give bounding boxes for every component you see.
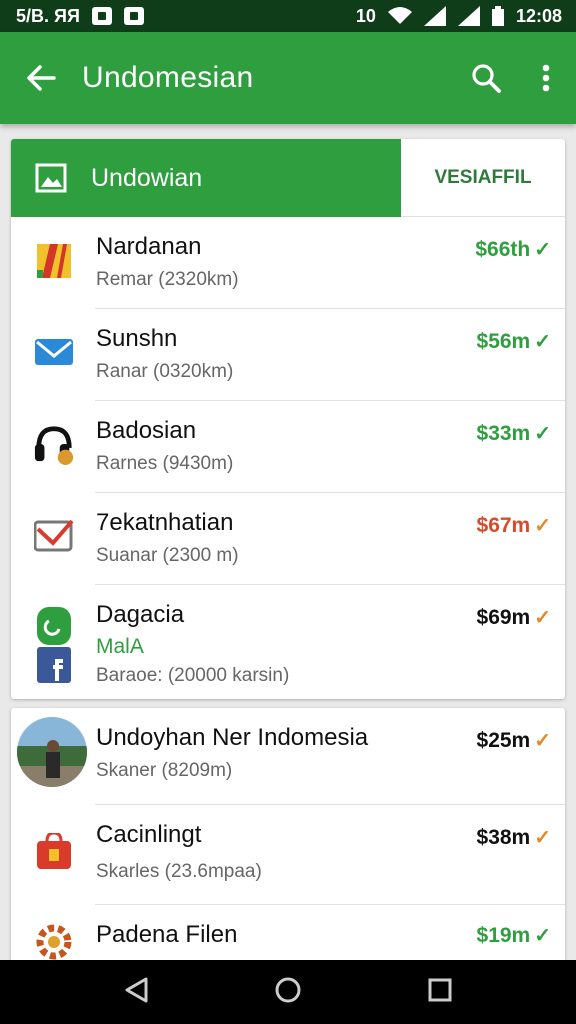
item-tag: MalA <box>96 635 144 658</box>
item-subtitle: Suanar (2300 m) <box>96 545 239 566</box>
gear-logo-icon <box>33 921 75 963</box>
orange-gear-icon <box>36 924 72 960</box>
item-name: Undoyhan Ner Indomesia <box>96 724 369 751</box>
store-icon <box>33 831 75 873</box>
tab-undowian[interactable]: Undowian <box>11 139 401 217</box>
nav-recents-button[interactable] <box>427 977 453 1008</box>
item-name: Dagacia <box>96 601 185 628</box>
stacked-logo-icon <box>37 607 71 683</box>
check-icon: ✓ <box>534 730 551 752</box>
item-subtitle: Skaner (8209m) <box>96 760 233 781</box>
price-value: $69m <box>476 605 531 629</box>
results-card: Undoyhan Ner Indomesia Skaner (8209m) $2… <box>11 708 565 968</box>
app-bar: Undomesian <box>0 32 576 124</box>
price-value: $33m <box>476 421 531 445</box>
status-bar: 5/B. ЯЯ 10 12:08 <box>0 0 576 32</box>
price-value: $56m <box>476 329 531 353</box>
price-value: $67m <box>476 513 531 537</box>
more-vert-icon <box>542 64 550 92</box>
triangle-back-icon <box>125 977 148 1002</box>
headphones-logo-icon <box>34 426 74 465</box>
envelope-icon <box>35 339 73 365</box>
image-icon <box>35 163 67 193</box>
list-item[interactable]: 7ekatnhatian Suanar (2300 m) $67m ✓ <box>11 493 565 585</box>
signal-icon <box>423 6 446 26</box>
page-title: Undomesian <box>82 61 254 94</box>
item-name: 7ekatnhatian <box>96 509 234 536</box>
tab-label: Undowian <box>91 163 203 192</box>
wifi-icon <box>387 7 412 24</box>
battery-icon <box>491 6 504 26</box>
arrow-left-icon <box>27 65 56 91</box>
item-price: $66th ✓ <box>475 237 551 262</box>
back-button[interactable] <box>0 32 82 124</box>
item-price: $25m ✓ <box>477 728 551 753</box>
item-price: $69m ✓ <box>477 605 551 630</box>
avatar <box>17 716 87 788</box>
signal-icon <box>457 6 480 26</box>
red-stripe-logo-icon <box>37 244 71 278</box>
item-subtitle: Ranar (0320km) <box>96 361 234 382</box>
price-value: $25m <box>476 728 531 752</box>
list-item[interactable]: Nardanan Remar (2320km) $66th ✓ <box>11 217 565 309</box>
check-icon: ✓ <box>534 827 551 849</box>
circle-home-icon <box>275 977 301 1002</box>
list-item[interactable]: Cacinlingt Skarles (23.6mpaa) $38m ✓ <box>11 805 565 905</box>
item-name: Nardanan <box>96 233 202 260</box>
item-price: $33m ✓ <box>477 421 551 446</box>
list-item[interactable]: Undoyhan Ner Indomesia Skaner (8209m) $2… <box>11 708 565 805</box>
price-value: $19m <box>476 923 531 947</box>
overflow-menu-button[interactable] <box>516 32 576 124</box>
item-name: Cacinlingt <box>96 821 202 848</box>
red-bag-icon <box>37 833 71 869</box>
status-time: 12:08 <box>515 5 562 26</box>
list-item[interactable]: Badosian Rarnes (9430m) $33m ✓ <box>11 401 565 493</box>
item-subtitle: Remar (2320km) <box>96 269 239 290</box>
list-item[interactable]: Dagacia MalA Baraoe: (20000 karsin) $69m… <box>11 585 565 699</box>
notification-icon <box>91 7 112 25</box>
search-button[interactable] <box>456 32 516 124</box>
item-subtitle: Baraoe: (20000 karsin) <box>96 665 290 686</box>
check-icon: ✓ <box>534 423 551 445</box>
item-price: $56m ✓ <box>477 329 551 354</box>
tab-vesiaffil[interactable]: VESIAFFIL <box>401 139 565 217</box>
item-price: $38m ✓ <box>477 825 551 850</box>
check-icon: ✓ <box>534 331 551 353</box>
search-icon <box>472 64 501 93</box>
item-price: $67m ✓ <box>477 513 551 538</box>
results-card: Undowian VESIAFFIL Nardanan Remar (2320k… <box>11 139 565 699</box>
app-logo-icon <box>33 239 75 281</box>
status-carrier: 5/B. ЯЯ <box>16 5 80 26</box>
square-recents-icon <box>428 978 452 1001</box>
inbox-check-icon <box>34 519 74 552</box>
gmail-icon <box>33 515 75 557</box>
item-name: Sunshn <box>96 325 178 352</box>
check-icon: ✓ <box>534 239 551 261</box>
check-icon: ✓ <box>534 925 551 947</box>
item-name: Padena Filen <box>96 921 238 948</box>
item-name: Badosian <box>96 417 197 444</box>
nav-back-button[interactable] <box>123 976 149 1009</box>
notification-icon <box>123 7 144 25</box>
price-value: $66th <box>475 237 531 261</box>
system-nav-bar <box>0 960 576 1024</box>
check-icon: ✓ <box>534 515 551 537</box>
mail-icon <box>33 331 75 373</box>
tab-bar: Undowian VESIAFFIL <box>11 139 565 217</box>
headphones-icon <box>33 423 75 465</box>
price-value: $38m <box>476 825 531 849</box>
item-subtitle: Skarles (23.6mpaa) <box>96 861 262 882</box>
check-icon: ✓ <box>534 607 551 629</box>
nav-home-button[interactable] <box>274 976 302 1009</box>
network-label: 10 <box>355 5 376 26</box>
list-item[interactable]: Padena Filen $19m ✓ <box>11 905 565 968</box>
avatar-photo-icon <box>17 717 87 787</box>
item-price: $19m ✓ <box>477 923 551 948</box>
list-item[interactable]: Sunshn Ranar (0320km) $56m ✓ <box>11 309 565 401</box>
item-subtitle: Rarnes (9430m) <box>96 453 234 474</box>
app-logo-icon <box>33 607 75 683</box>
